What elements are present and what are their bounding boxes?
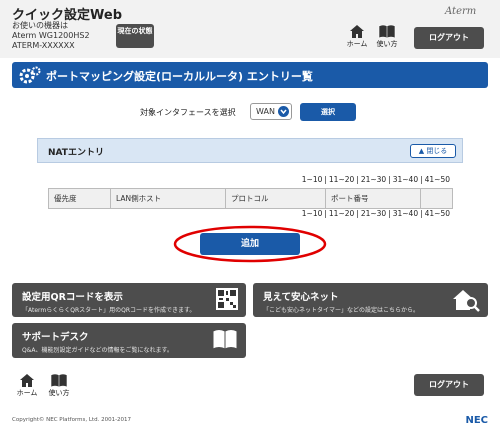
- nat-entry-panel: NATエントリ ▲ 閉じる: [37, 138, 463, 163]
- page-link[interactable]: 21~30: [359, 175, 388, 184]
- page-link[interactable]: 11~20: [327, 209, 356, 218]
- pager-bottom: 1~10 | 11~20 | 21~30 | 31~40 | 41~50: [300, 209, 452, 218]
- qr-code-icon: [216, 288, 238, 310]
- page-link[interactable]: 41~50: [423, 175, 452, 184]
- close-button[interactable]: ▲ 閉じる: [410, 144, 456, 158]
- page-link[interactable]: 1~10: [300, 175, 325, 184]
- column-header: プロトコル: [225, 188, 326, 209]
- page-link[interactable]: 31~40: [391, 175, 420, 184]
- device-model: Aterm WG1200HS2: [12, 31, 90, 40]
- home-label: ホーム: [346, 40, 368, 48]
- interface-label: 対象インタフェースを選択: [140, 108, 236, 117]
- gear-icon: [19, 66, 41, 84]
- manual-button[interactable]: 使い方: [372, 24, 402, 54]
- page-link[interactable]: 21~30: [359, 209, 388, 218]
- column-header: LAN側ホスト: [110, 188, 226, 209]
- page-link[interactable]: 11~20: [327, 175, 356, 184]
- nat-table: 優先度 LAN側ホスト プロトコル ポート番号: [48, 188, 453, 209]
- footer-manual-button[interactable]: 使い方: [44, 373, 74, 403]
- qr-code-tile[interactable]: 設定用QRコードを表示 「AtermらくらくQRスタート」用のQRコードを作成で…: [12, 283, 246, 317]
- home-search-icon: [453, 290, 480, 312]
- page-link[interactable]: 31~40: [391, 209, 420, 218]
- status-button[interactable]: 現在の状態: [116, 24, 154, 48]
- device-caption: お使いの機器は: [12, 21, 68, 30]
- nat-section-label: NATエントリ: [48, 148, 104, 158]
- close-label: 閉じる: [426, 147, 448, 155]
- table-header-row: 優先度 LAN側ホスト プロトコル ポート番号: [48, 188, 453, 209]
- brand-logo: Aterm: [445, 6, 477, 17]
- chevron-down-icon: [278, 106, 289, 117]
- chevron-up-icon: ▲: [418, 147, 425, 155]
- support-tile-desc: Q&A、機能別設定ガイドなどの情報をご覧になれます。: [22, 347, 173, 354]
- logout-button[interactable]: ログアウト: [414, 27, 484, 49]
- highlight-ellipse: [173, 225, 327, 263]
- interface-select[interactable]: WAN: [250, 103, 292, 120]
- page-link[interactable]: 41~50: [423, 209, 452, 218]
- footer-home-label: ホーム: [16, 389, 38, 397]
- select-button[interactable]: 選択: [300, 103, 356, 121]
- safety-tile-title: 見えて安心ネット: [263, 292, 339, 303]
- home-button[interactable]: ホーム: [342, 24, 372, 54]
- book-icon: [378, 24, 396, 39]
- copyright-text: Copyright© NEC Platforms, Ltd. 2001-2017: [12, 417, 132, 423]
- page-title: ポートマッピング設定(ローカルルータ) エントリー覧: [46, 70, 313, 83]
- footer-manual-label: 使い方: [48, 389, 70, 397]
- home-icon: [20, 374, 34, 387]
- home-icon: [350, 25, 364, 38]
- device-id: ATERM-XXXXXX: [12, 41, 75, 50]
- qr-tile-desc: 「AtermらくらくQRスタート」用のQRコードを作成できます。: [22, 307, 196, 314]
- book-icon: [50, 373, 68, 388]
- manual-label: 使い方: [376, 40, 398, 48]
- header: クイック設定Web お使いの機器は Aterm WG1200HS2 ATERM-…: [0, 0, 500, 58]
- book-icon: [212, 329, 238, 350]
- safety-tile-desc: 「こども安心ネットタイマー」などの設定はこちらから。: [263, 307, 420, 314]
- qr-tile-title: 設定用QRコードを表示: [22, 292, 123, 303]
- device-info: お使いの機器は Aterm WG1200HS2 ATERM-XXXXXX: [12, 21, 90, 51]
- pager-top: 1~10 | 11~20 | 21~30 | 31~40 | 41~50: [300, 175, 452, 184]
- page-title-bar: ポートマッピング設定(ローカルルータ) エントリー覧: [12, 62, 488, 88]
- interface-selected-value: WAN: [256, 107, 275, 116]
- footer-home-button[interactable]: ホーム: [12, 373, 42, 403]
- support-tile-title: サポートデスク: [22, 332, 89, 343]
- company-logo: NEC: [465, 415, 488, 426]
- page-link[interactable]: 1~10: [300, 209, 325, 218]
- footer-logout-button[interactable]: ログアウト: [414, 374, 484, 396]
- support-desk-tile[interactable]: サポートデスク Q&A、機能別設定ガイドなどの情報をご覧になれます。: [12, 323, 246, 358]
- column-header: [420, 188, 453, 209]
- column-header: ポート番号: [325, 188, 421, 209]
- safety-net-tile[interactable]: 見えて安心ネット 「こども安心ネットタイマー」などの設定はこちらから。: [253, 283, 488, 317]
- column-header: 優先度: [48, 188, 111, 209]
